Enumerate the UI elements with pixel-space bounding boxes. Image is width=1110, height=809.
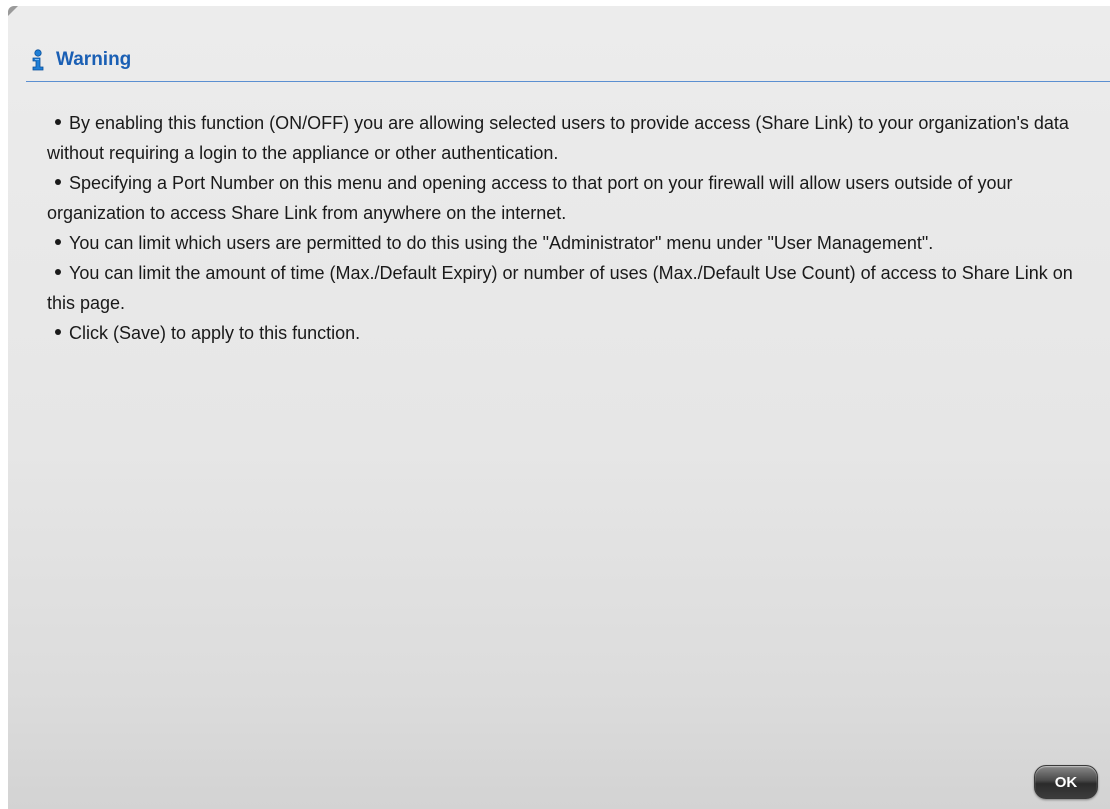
bullet-item: You can limit which users are permitted …: [47, 228, 1087, 258]
title-divider: [26, 81, 1110, 82]
bullet-dot: [55, 239, 61, 246]
bullet-dot: [55, 119, 61, 126]
bullet-text: Click (Save) to apply to this function.: [69, 323, 361, 343]
warning-dialog: Warning By enabling this function (ON/OF…: [8, 6, 1110, 809]
dialog-title-bar: Warning: [28, 46, 131, 74]
dialog-title: Warning: [56, 49, 132, 70]
bullet-text: By enabling this function (ON/OFF) you a…: [47, 113, 1069, 163]
window-corner: [8, 6, 18, 16]
bullet-item: By enabling this function (ON/OFF) you a…: [47, 108, 1087, 168]
bullet-dot: [55, 329, 61, 336]
ok-button[interactable]: OK: [1034, 765, 1098, 799]
warning-content: By enabling this function (ON/OFF) you a…: [47, 108, 1087, 348]
bullet-dot: [55, 179, 61, 186]
bullet-text: You can limit which users are permitted …: [69, 233, 934, 253]
bullet-item: Specifying a Port Number on this menu an…: [47, 168, 1087, 228]
bullet-text: You can limit the amount of time (Max./D…: [47, 263, 1073, 313]
bullet-item: Click (Save) to apply to this function.: [47, 318, 1087, 348]
bullet-dot: [55, 269, 61, 276]
bullet-text: Specifying a Port Number on this menu an…: [47, 173, 1013, 223]
info-icon: [28, 49, 48, 71]
bullet-item: You can limit the amount of time (Max./D…: [47, 258, 1087, 318]
